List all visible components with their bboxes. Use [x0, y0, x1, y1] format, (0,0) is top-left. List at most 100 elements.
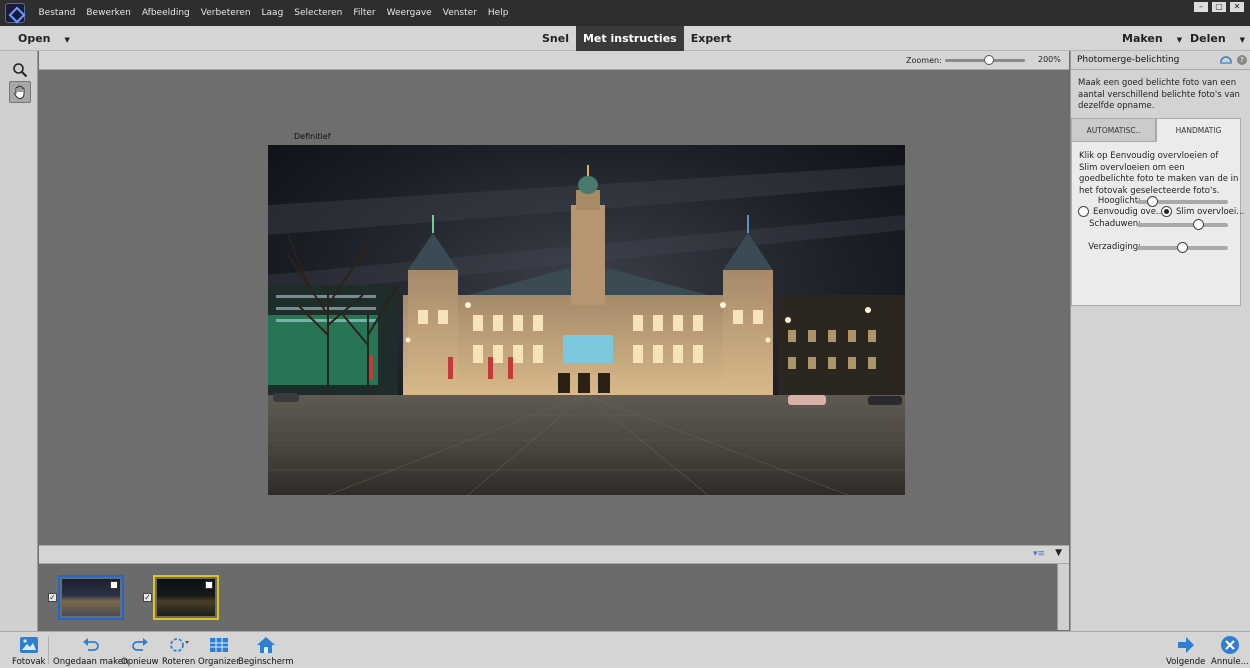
app-logo-icon: [5, 3, 25, 23]
settings-description: Klik op Eenvoudig overvloeien of Slim ov…: [1079, 151, 1239, 196]
thumbnail-2[interactable]: [153, 575, 219, 620]
cancel-label: Annule...: [1211, 657, 1249, 667]
tab-snel[interactable]: Snel: [535, 26, 576, 51]
menu-item-bestand[interactable]: Bestand: [33, 8, 81, 18]
highlight-slider-row: Hooglicht:: [1071, 194, 1241, 208]
delen-button-label: Delen: [1190, 32, 1226, 45]
hand-tool[interactable]: [9, 81, 31, 103]
radio-simple-blend-label: Eenvoudig ove...: [1093, 206, 1165, 217]
redo-label: Opnieuw: [121, 657, 159, 667]
menu-item-bewerken[interactable]: Bewerken: [81, 8, 136, 18]
tab-manual[interactable]: HANDMATIG: [1156, 118, 1241, 142]
city-hall-night-image: [268, 145, 905, 495]
undo-button[interactable]: Ongedaan maken: [53, 634, 128, 667]
thumbnail-1[interactable]: [58, 575, 124, 620]
maken-button-label: Maken: [1122, 32, 1163, 45]
open-button-label: Open: [18, 32, 51, 45]
panel-description: Maak een goed belichte foto van een aant…: [1078, 78, 1240, 111]
open-button[interactable]: Open ▼: [18, 32, 70, 45]
next-button[interactable]: Volgende: [1166, 634, 1205, 667]
photomerge-panel: Photomerge-belichting ? Maak een goed be…: [1070, 51, 1250, 631]
thumbnail-image: [62, 579, 120, 616]
zoom-slider-knob[interactable]: [983, 55, 994, 65]
saturation-slider-row: Verzadiging:: [1071, 240, 1241, 254]
next-arrow-icon: [1175, 634, 1197, 656]
merged-photo[interactable]: [268, 145, 905, 495]
undo-icon: [80, 634, 102, 656]
highlight-slider-knob[interactable]: [1147, 196, 1159, 207]
photo-bin-scrollbar[interactable]: [1057, 564, 1069, 630]
shadow-slider-knob[interactable]: [1192, 219, 1204, 230]
collapse-bin-chevron-icon[interactable]: ▼: [1055, 548, 1062, 558]
thumbnail-badge-icon: [110, 581, 118, 589]
tool-options-bar: Zoomen: 200%: [39, 51, 1069, 70]
window-controls: – ▢ ✕: [1194, 2, 1244, 12]
help-icon[interactable]: ?: [1237, 55, 1247, 65]
redo-icon: [129, 634, 151, 656]
thumbnail-checkbox-2[interactable]: ✓: [143, 593, 152, 602]
shadow-label: Schaduwen:: [1089, 219, 1141, 229]
highlight-slider[interactable]: [1137, 196, 1228, 207]
reset-panel-icon[interactable]: [1220, 54, 1232, 64]
panel-tabs: AUTOMATISC.. HANDMATIG: [1071, 118, 1241, 142]
canvas-area: Definitief: [39, 71, 1069, 545]
radio-smart-blend-label: Slim overvloei...: [1176, 206, 1245, 217]
chevron-down-icon: ▼: [64, 36, 70, 44]
organizer-label: Organizer: [198, 657, 240, 667]
photo-bin-button[interactable]: Fotovak: [12, 634, 45, 667]
rotate-button[interactable]: Roteren: [162, 634, 195, 667]
highlight-label: Hooglicht:: [1097, 196, 1141, 206]
tab-expert[interactable]: Expert: [684, 26, 739, 51]
menu-item-help[interactable]: Help: [482, 8, 514, 18]
thumbnail-badge-icon: [205, 581, 213, 589]
organizer-button[interactable]: Organizer: [198, 634, 240, 667]
thumbnail-image: [157, 579, 215, 616]
taskbar-divider: [48, 636, 49, 664]
hand-icon: [14, 85, 25, 99]
undo-label: Ongedaan maken: [53, 657, 129, 667]
tab-automatic[interactable]: AUTOMATISC..: [1071, 118, 1156, 142]
chevron-down-icon: ▼: [1239, 36, 1246, 44]
restore-button[interactable]: ▢: [1212, 2, 1226, 12]
cancel-button[interactable]: Annule...: [1211, 634, 1249, 667]
organizer-icon: [208, 634, 230, 656]
menu-item-afbeelding[interactable]: Afbeelding: [136, 8, 195, 18]
shadow-slider[interactable]: [1137, 219, 1228, 230]
shadow-slider-row: Schaduwen:: [1071, 217, 1241, 231]
cancel-icon: [1219, 634, 1241, 656]
saturation-slider-knob[interactable]: [1176, 242, 1188, 253]
menu-item-selecteren[interactable]: Selecteren: [289, 8, 348, 18]
toolbox: [0, 51, 38, 631]
zoom-slider[interactable]: [945, 55, 1025, 65]
thumbnail-checkbox-1[interactable]: ✓: [48, 593, 57, 602]
home-button[interactable]: Beginscherm: [238, 634, 294, 667]
redo-button[interactable]: Opnieuw: [121, 634, 158, 667]
mode-bar: Open ▼ Snel Met instructies Expert Maken ▼…: [0, 26, 1250, 51]
menu-item-verbeteren[interactable]: Verbeteren: [195, 8, 256, 18]
menu-item-venster[interactable]: Venster: [437, 8, 482, 18]
saturation-label: Verzadiging:: [1088, 242, 1141, 252]
zoom-value: 200%: [1038, 55, 1061, 64]
saturation-slider[interactable]: [1137, 242, 1228, 253]
panel-header: Photomerge-belichting ?: [1071, 51, 1250, 70]
tab-met-instructies[interactable]: Met instructies: [575, 26, 684, 51]
delen-button[interactable]: Delen ▼: [1190, 32, 1245, 45]
home-icon: [255, 634, 277, 656]
next-label: Volgende: [1166, 657, 1206, 667]
rotate-label: Roteren: [162, 657, 196, 667]
photo-bin-label: Fotovak: [12, 657, 46, 667]
zoom-label: Zoomen:: [906, 56, 942, 65]
maken-button[interactable]: Maken ▼: [1122, 32, 1182, 45]
menu-item-weergave[interactable]: Weergave: [381, 8, 437, 18]
zoom-tool[interactable]: [9, 59, 31, 81]
bin-options-icon[interactable]: ▾≡: [1033, 549, 1045, 559]
menu-item-filter[interactable]: Filter: [348, 8, 381, 18]
minimize-button[interactable]: –: [1194, 2, 1208, 12]
photo-bin: ✓ ✓: [39, 564, 1069, 630]
close-window-button[interactable]: ✕: [1230, 2, 1244, 12]
rotate-icon: [168, 634, 190, 656]
home-label: Beginscherm: [238, 657, 294, 667]
menu-item-laag[interactable]: Laag: [256, 8, 289, 18]
final-image-label: Definitief: [294, 132, 331, 141]
chevron-down-icon: ▼: [1176, 36, 1183, 44]
